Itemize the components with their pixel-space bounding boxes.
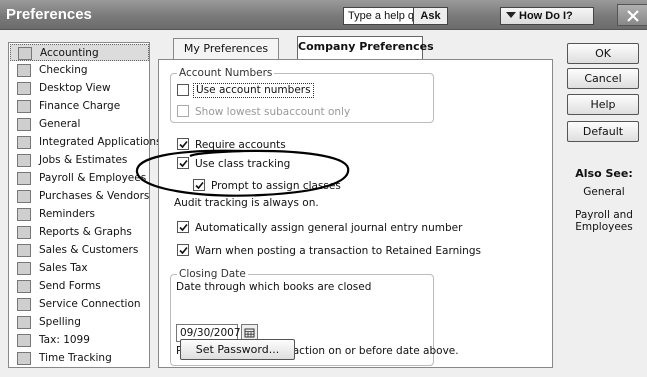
preferences-sidebar: Accounting Checking Desktop View Finance… (8, 42, 161, 368)
finance-charge-icon (17, 100, 31, 113)
group-title: Closing Date (177, 268, 248, 280)
sidebar-item-jobs-estimates[interactable]: Jobs & Estimates (10, 152, 149, 169)
use-account-numbers-checkbox[interactable] (177, 84, 189, 96)
title-bar: Preferences Type a help question Ask How… (0, 0, 647, 30)
sidebar-item-label: Send Forms (39, 280, 101, 292)
sidebar-item-label: Reports & Graphs (39, 226, 132, 238)
sidebar-item-label: Payroll & Employees (39, 172, 147, 184)
sidebar-item-sales-tax[interactable]: Sales Tax (10, 260, 149, 277)
tab-my-preferences[interactable]: My Preferences (173, 38, 279, 59)
general-icon (17, 118, 31, 131)
how-do-i-button[interactable]: How Do I? (500, 7, 594, 25)
tab-company-preferences[interactable]: Company Preferences (297, 36, 434, 59)
reports-graphs-icon (17, 226, 31, 239)
close-icon (627, 10, 639, 22)
checkbox-label: Show lowest subaccount only (195, 106, 351, 118)
sidebar-item-label: Tax: 1099 (39, 334, 90, 346)
checkbox-label: Warn when posting a transaction to Retai… (195, 245, 481, 257)
send-forms-icon (17, 280, 31, 293)
sidebar-item-label: Desktop View (39, 82, 111, 94)
sidebar-item-send-forms[interactable]: Send Forms (10, 278, 149, 295)
checkmark-icon (179, 246, 188, 255)
reminders-icon (17, 208, 31, 221)
sidebar-item-purchases-vendors[interactable]: Purchases & Vendors (10, 188, 149, 205)
sidebar-item-desktop-view[interactable]: Desktop View (10, 80, 149, 97)
sidebar-item-label: Sales & Customers (39, 244, 139, 256)
ok-button[interactable]: OK (567, 43, 639, 64)
service-connection-icon (17, 298, 31, 311)
sidebar-item-time-tracking[interactable]: Time Tracking (10, 350, 149, 367)
ask-button[interactable]: Ask (413, 7, 448, 25)
help-button[interactable]: Help (567, 94, 639, 115)
cancel-button[interactable]: Cancel (567, 68, 639, 89)
dropdown-arrow-icon (506, 12, 516, 18)
sidebar-item-label: Accounting (40, 47, 99, 59)
warn-retained-earnings-checkbox[interactable] (177, 244, 189, 256)
purchases-vendors-icon (17, 190, 31, 203)
also-see-link-general[interactable]: General (565, 186, 643, 198)
sidebar-item-tax-1099[interactable]: Tax: 1099 (10, 332, 149, 349)
default-button[interactable]: Default (567, 121, 639, 142)
sidebar-item-checking[interactable]: Checking (10, 62, 149, 79)
window-title: Preferences (6, 6, 92, 23)
sidebar-item-label: Time Tracking (39, 352, 112, 364)
sidebar-item-label: Service Connection (39, 298, 141, 310)
sidebar-item-sales-customers[interactable]: Sales & Customers (10, 242, 149, 259)
sidebar-item-label: Checking (39, 64, 88, 76)
jobs-estimates-icon (17, 154, 31, 167)
closing-date-label: Date through which books are closed (176, 281, 372, 293)
sidebar-item-label: Finance Charge (39, 100, 121, 112)
checkbox-label: Use account numbers (193, 83, 314, 98)
set-password-button[interactable]: Set Password... (180, 339, 295, 360)
sidebar-item-label: General (39, 118, 81, 130)
also-see-link-payroll[interactable]: Payroll and Employees (565, 209, 643, 233)
time-tracking-icon (17, 352, 31, 365)
checking-icon (17, 64, 31, 77)
checkbox-label: Automatically assign general journal ent… (195, 222, 463, 234)
spelling-icon (17, 316, 31, 329)
sidebar-item-label: Jobs & Estimates (39, 154, 128, 166)
desktop-view-icon (17, 82, 31, 95)
sales-customers-icon (17, 244, 31, 257)
sidebar-item-general[interactable]: General (10, 116, 149, 133)
sidebar-item-finance-charge[interactable]: Finance Charge (10, 98, 149, 115)
sidebar-item-payroll-employees[interactable]: Payroll & Employees (10, 170, 149, 187)
also-see-title: Also See: (575, 167, 633, 180)
close-button[interactable] (617, 4, 647, 26)
sidebar-item-spelling[interactable]: Spelling (10, 314, 149, 331)
auto-journal-number-checkbox[interactable] (177, 221, 189, 233)
accounting-icon (18, 47, 32, 60)
integrated-applications-icon (17, 136, 31, 149)
checkmark-icon (179, 223, 188, 232)
tax-1099-icon (17, 334, 31, 347)
sidebar-item-reminders[interactable]: Reminders (10, 206, 149, 223)
annotation-ellipse (135, 149, 350, 197)
sidebar-item-label: Spelling (39, 316, 81, 328)
sidebar-item-label: Sales Tax (39, 262, 88, 274)
show-lowest-subaccount-checkbox[interactable] (177, 105, 189, 117)
sidebar-item-reports-graphs[interactable]: Reports & Graphs (10, 224, 149, 241)
group-title: Account Numbers (177, 67, 275, 79)
payroll-employees-icon (17, 172, 31, 185)
how-do-i-label: How Do I? (519, 10, 573, 22)
sidebar-item-label: Integrated Applications (39, 136, 162, 148)
sidebar-item-integrated-applications[interactable]: Integrated Applications (10, 134, 161, 151)
sidebar-item-label: Reminders (39, 208, 95, 220)
sales-tax-icon (17, 262, 31, 275)
sidebar-item-accounting[interactable]: Accounting (10, 44, 149, 61)
sidebar-item-service-connection[interactable]: Service Connection (10, 296, 149, 313)
